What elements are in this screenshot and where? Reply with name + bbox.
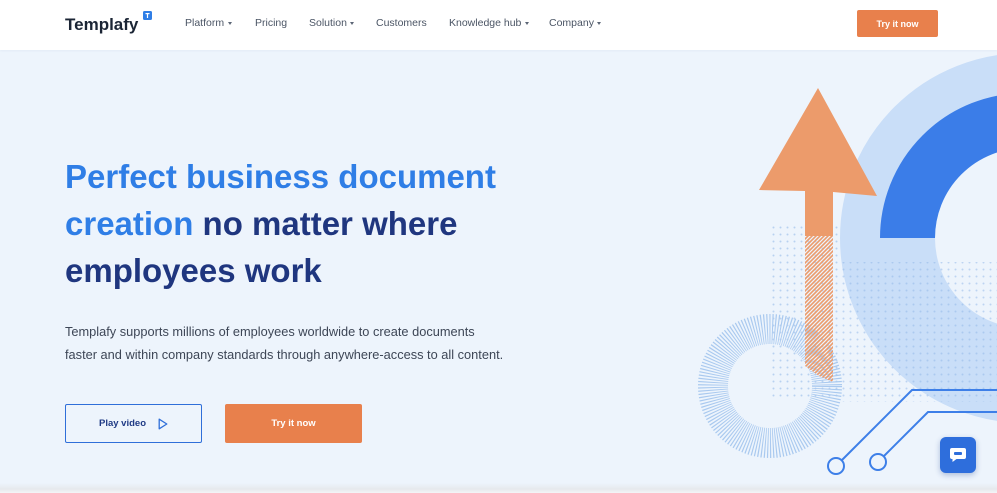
top-navigation-bar: Templafy Platform Pricing Solution Custo… (0, 0, 997, 50)
section-divider-shadow (0, 483, 997, 493)
hero-try-it-now-button[interactable]: Try it now (225, 404, 362, 443)
nav-item-label: Platform (185, 17, 225, 29)
circuit-node-graphic (869, 453, 887, 471)
dark-arc-graphic (880, 95, 997, 239)
nav-item-platform[interactable]: Platform (185, 16, 232, 30)
hero-description: Templafy supports millions of employees … (65, 320, 503, 366)
nav-item-pricing[interactable]: Pricing (255, 16, 287, 30)
chat-widget-button[interactable] (940, 437, 976, 473)
hero-description-line: faster and within company standards thro… (65, 347, 504, 362)
nav-item-label: Pricing (255, 17, 288, 29)
play-video-label: Play video (99, 418, 146, 429)
play-video-button[interactable]: Play video (65, 404, 202, 443)
nav-item-knowledge-hub[interactable]: Knowledge hub (449, 16, 529, 30)
hero-description-line: Templafy supports millions of employees … (65, 324, 475, 339)
headline-line-1: Perfect business document (65, 158, 496, 195)
headline-line-3: employees work (65, 252, 322, 289)
headline-highlight: creation (65, 205, 194, 242)
header-try-it-now-button[interactable]: Try it now (857, 10, 938, 37)
nav-item-label: Company (549, 17, 594, 29)
chat-bubble-icon (950, 448, 966, 462)
dot-pattern-right (842, 262, 997, 402)
nav-item-label: Solution (309, 17, 347, 29)
nav-item-label: Customers (376, 17, 427, 29)
nav-item-solution[interactable]: Solution (309, 16, 355, 30)
chevron-down-icon (597, 22, 602, 25)
headline-text: no matter where (202, 205, 458, 242)
chevron-down-icon (227, 22, 232, 25)
headline-line-2: creation no matter where (65, 200, 496, 247)
nav-item-customers[interactable]: Customers (376, 16, 427, 30)
chevron-down-icon (350, 22, 355, 25)
nav-item-label: Knowledge hub (449, 17, 522, 29)
nav-item-company[interactable]: Company (549, 16, 602, 30)
hero-illustration (698, 55, 997, 475)
hero-headline: Perfect business document creation no ma… (65, 153, 496, 294)
play-icon (158, 418, 168, 430)
logo[interactable]: Templafy (65, 15, 138, 35)
chevron-down-icon (524, 22, 529, 25)
arrow-up-shaft-graphic (805, 236, 833, 382)
templafy-badge-icon (143, 11, 152, 20)
circuit-node-graphic (827, 457, 845, 475)
